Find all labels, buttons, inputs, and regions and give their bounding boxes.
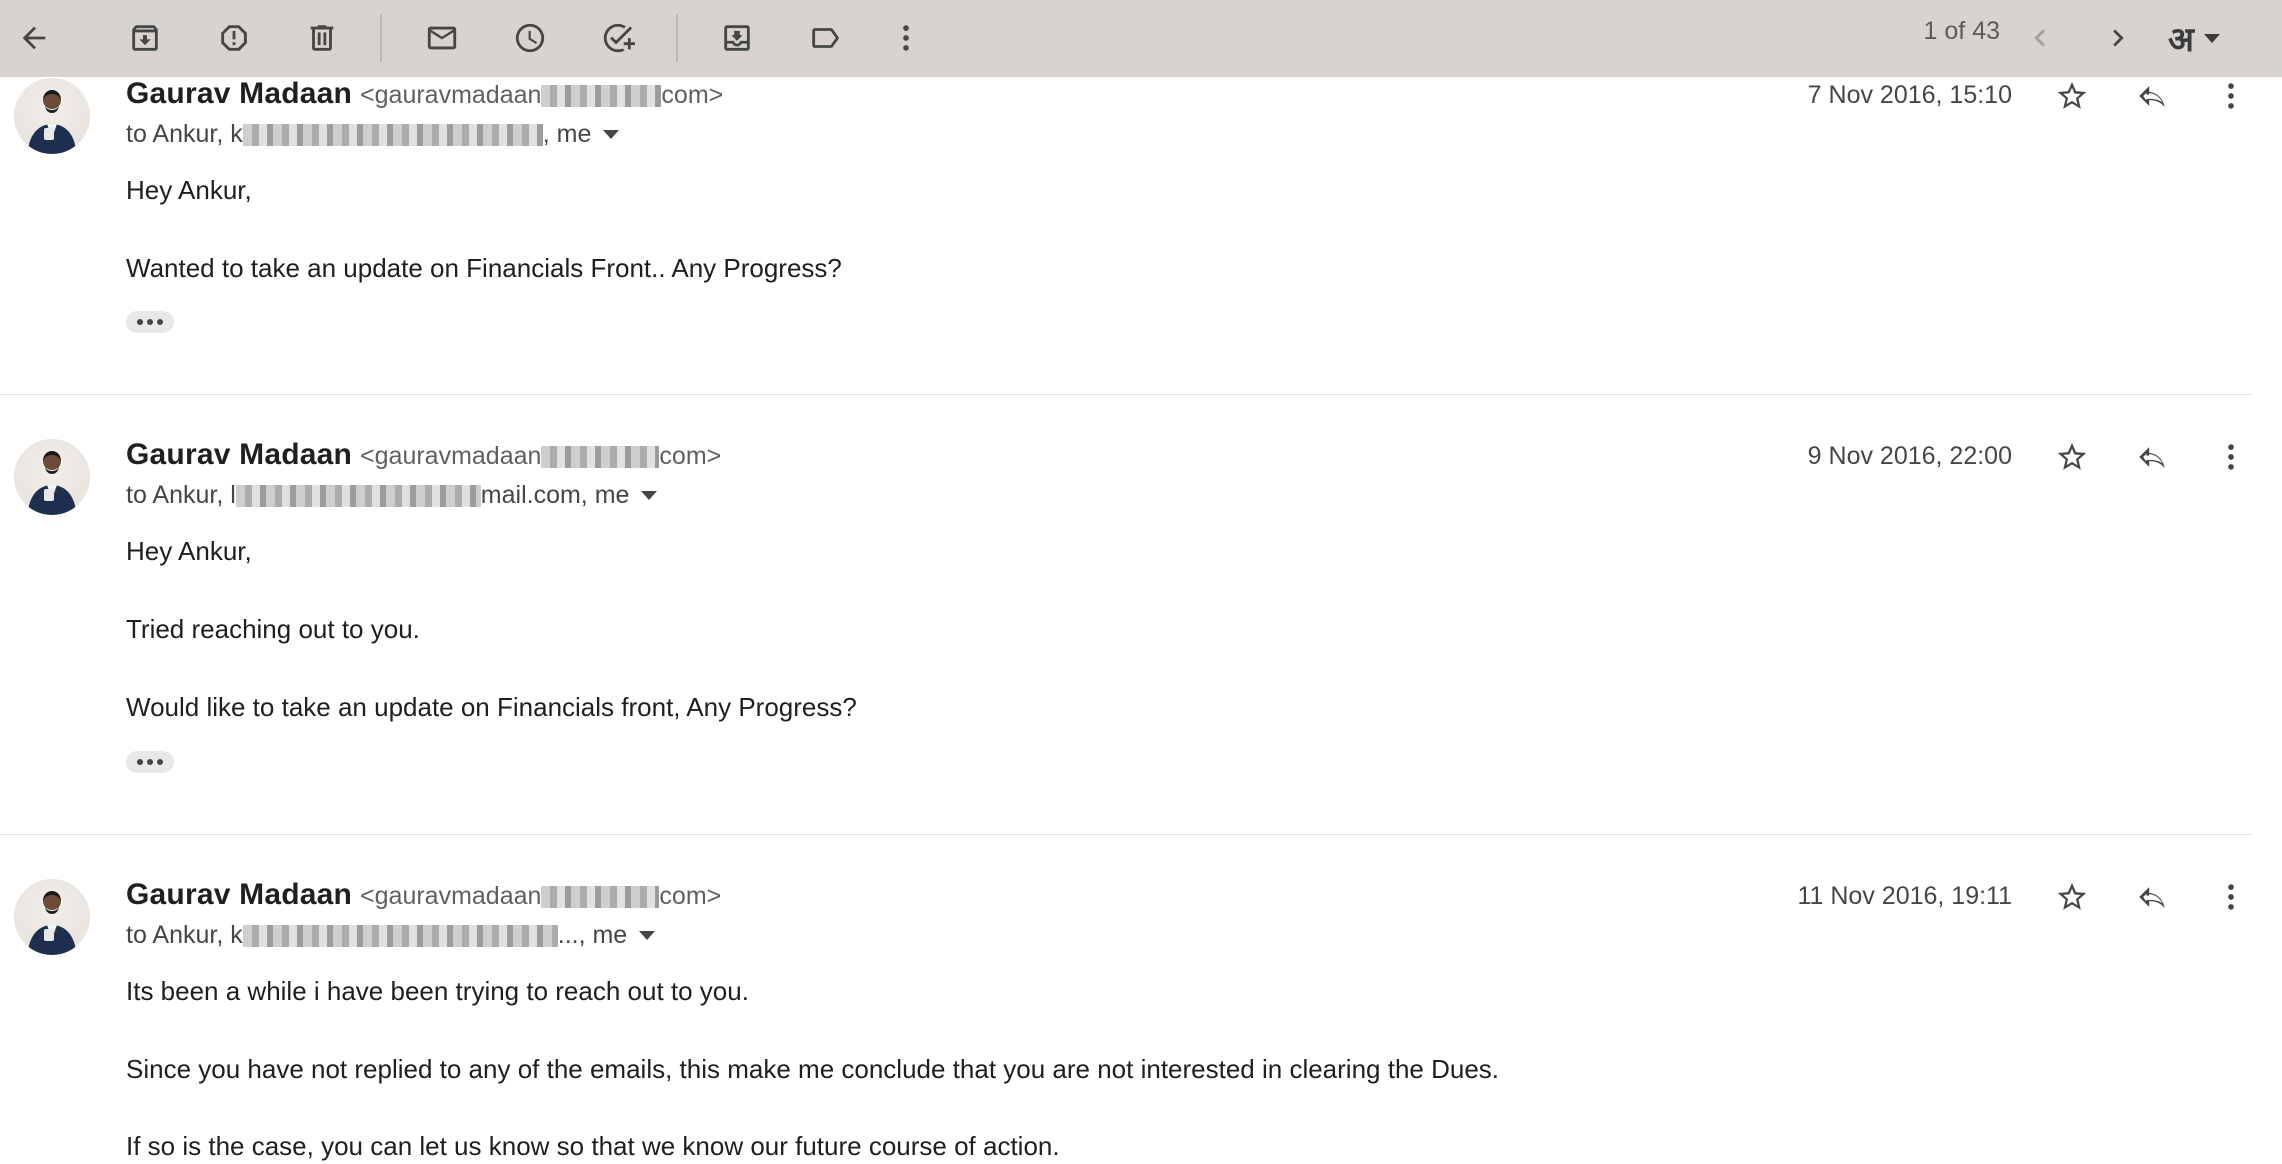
redacted-email [541, 85, 662, 108]
message-line: Would like to take an update on Financia… [126, 692, 857, 722]
redacted-email [541, 886, 660, 909]
recipients-prefix: to Ankur, k [126, 120, 243, 148]
sender-line: Gaurav Madaan <gauravmadaan com> [126, 77, 723, 111]
avatar[interactable] [14, 78, 90, 154]
message-date[interactable]: 9 Nov 2016, 22:00 [1752, 442, 2012, 471]
recipients-suffix: , me [542, 120, 592, 148]
sender-email-suffix: com> [661, 81, 724, 109]
reply-button[interactable] [2126, 70, 2178, 122]
message-line: Since you have not replied to any of the… [126, 1054, 1500, 1084]
message-line: If so is the case, you can let us know s… [126, 1131, 1060, 1161]
dot [137, 759, 143, 765]
reply-button[interactable] [2126, 431, 2178, 483]
recipients-toggle[interactable]: to Ankur, l mail.com, me [126, 481, 658, 510]
message-date[interactable]: 11 Nov 2016, 19:11 [1752, 882, 2012, 911]
sender-photo-icon [28, 891, 76, 955]
avatar[interactable] [14, 879, 90, 955]
redacted-email [541, 446, 660, 469]
sender-photo-icon [28, 90, 76, 154]
show-trimmed-content-button[interactable] [126, 311, 174, 333]
message-more-button[interactable] [2205, 70, 2257, 122]
sender-line: Gaurav Madaan <gauravmadaan com> [126, 878, 721, 912]
sender-photo-icon [28, 451, 76, 515]
message-more-button[interactable] [2205, 431, 2257, 483]
recipients-suffix: ..., me [557, 921, 628, 949]
recipients-toggle[interactable]: to Ankur, k ..., me [126, 921, 656, 950]
redacted-recipient [235, 484, 481, 507]
message-line: Hey Ankur, [126, 536, 252, 566]
message-more-button[interactable] [2205, 871, 2257, 923]
redacted-recipient [242, 924, 558, 947]
reply-icon [2139, 86, 2165, 108]
recipients-prefix: to Ankur, l [126, 481, 236, 509]
more-vert-icon [2228, 444, 2234, 470]
avatar[interactable] [14, 439, 90, 515]
more-vert-icon [2228, 884, 2234, 910]
message-line: Wanted to take an update on Financials F… [126, 253, 842, 283]
dot [157, 319, 163, 325]
sender-email-suffix: com> [659, 442, 722, 470]
message-line: Tried reaching out to you. [126, 614, 420, 644]
recipients-prefix: to Ankur, k [126, 921, 243, 949]
sender-email-prefix: <gauravmadaan [360, 882, 542, 910]
sender-email-prefix: <gauravmadaan [360, 81, 542, 109]
star-button[interactable] [2046, 431, 2098, 483]
sender-email: <gauravmadaan com> [360, 442, 721, 471]
sender-name: Gaurav Madaan [126, 77, 353, 110]
message-1: Gaurav Madaan <gauravmadaan com> to Ankur… [0, 0, 2252, 395]
show-trimmed-content-button[interactable] [126, 751, 174, 773]
recipients-toggle[interactable]: to Ankur, k , me [126, 120, 620, 149]
dot [157, 759, 163, 765]
reply-icon [2139, 887, 2165, 909]
star-button[interactable] [2046, 70, 2098, 122]
message-line: Hey Ankur, [126, 175, 252, 205]
dot [147, 759, 153, 765]
recipients-suffix: mail.com, me [480, 481, 630, 509]
sender-line: Gaurav Madaan <gauravmadaan com> [126, 438, 721, 472]
redacted-recipient [242, 123, 543, 146]
dot [147, 319, 153, 325]
reply-button[interactable] [2126, 871, 2178, 923]
sender-email-suffix: com> [659, 882, 722, 910]
message-date[interactable]: 7 Nov 2016, 15:10 [1752, 81, 2012, 110]
star-icon [2057, 882, 2087, 910]
caret-down-icon [641, 491, 658, 500]
sender-email-prefix: <gauravmadaan [360, 442, 542, 470]
message-2: Gaurav Madaan <gauravmadaan com> to Ankur… [0, 395, 2252, 835]
message-3: Gaurav Madaan <gauravmadaan com> to Ankur… [0, 835, 2252, 1164]
message-line: Its been a while i have been trying to r… [126, 976, 749, 1006]
more-vert-icon [2228, 83, 2234, 109]
sender-name: Gaurav Madaan [126, 878, 353, 911]
sender-email: <gauravmadaan com> [360, 81, 723, 110]
star-icon [2057, 442, 2087, 470]
dot [137, 319, 143, 325]
star-button[interactable] [2046, 871, 2098, 923]
sender-email: <gauravmadaan com> [360, 882, 721, 911]
sender-name: Gaurav Madaan [126, 438, 353, 471]
caret-down-icon [639, 931, 656, 940]
caret-down-icon [603, 130, 620, 139]
star-icon [2057, 81, 2087, 109]
reply-icon [2139, 447, 2165, 469]
